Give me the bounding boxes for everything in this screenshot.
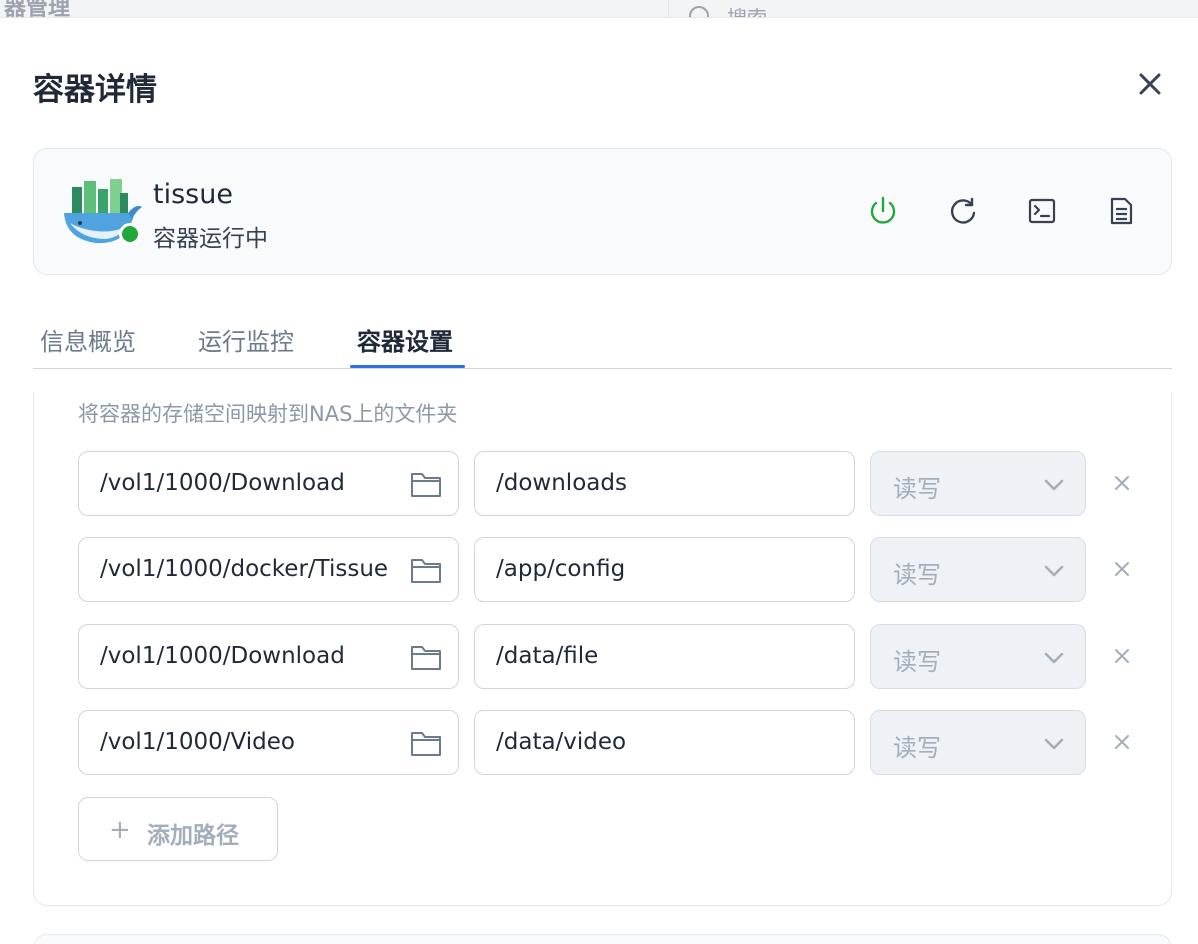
permission-select[interactable]: 读写	[870, 624, 1086, 689]
background-page-header: 器管理 搜索	[0, 0, 1198, 18]
close-icon	[1115, 562, 1129, 576]
restart-icon	[950, 197, 976, 224]
remove-mapping-button[interactable]	[1108, 728, 1136, 756]
chevron-down-icon	[1044, 565, 1064, 577]
permission-value: 读写	[893, 561, 941, 589]
terminal-button[interactable]	[1022, 191, 1062, 231]
modal-title: 容器详情	[33, 72, 157, 108]
restart-button[interactable]	[943, 191, 983, 231]
container-path-value: /data/video	[496, 729, 627, 755]
container-path-field[interactable]: /downloads	[474, 451, 855, 516]
permission-select[interactable]: 读写	[870, 537, 1086, 602]
host-path-value: /vol1/1000/Video	[100, 729, 295, 755]
container-summary-card: tissue 容器运行中	[33, 148, 1172, 275]
volume-mapping-row: /vol1/1000/Download /downloads 读写	[78, 451, 1158, 517]
chevron-down-icon	[1044, 479, 1064, 491]
host-path-value: /vol1/1000/Download	[100, 643, 345, 669]
search-icon	[689, 6, 709, 17]
folder-icon	[411, 473, 441, 497]
container-path-value: /app/config	[496, 556, 626, 582]
host-path-field[interactable]: /vol1/1000/Download	[78, 451, 459, 516]
close-icon	[1115, 649, 1129, 663]
permission-value: 读写	[893, 734, 941, 762]
browse-folder-button[interactable]	[409, 554, 443, 586]
container-path-value: /data/file	[496, 643, 599, 669]
background-search-bar: 搜索	[668, 0, 1188, 18]
permission-select[interactable]: 读写	[870, 710, 1086, 775]
power-button[interactable]	[863, 191, 903, 231]
storage-hint: 将容器的存储空间映射到NAS上的文件夹	[78, 402, 458, 426]
browse-folder-button[interactable]	[409, 727, 443, 759]
storage-settings-panel: 将容器的存储空间映射到NAS上的文件夹 /vol1/1000/Download …	[33, 392, 1172, 906]
permission-value: 读写	[893, 648, 941, 676]
browse-folder-button[interactable]	[409, 468, 443, 500]
running-status-dot	[119, 223, 141, 245]
background-page-title: 器管理	[4, 0, 71, 18]
power-icon	[870, 196, 896, 224]
permission-value: 读写	[893, 475, 941, 503]
container-path-field[interactable]: /data/file	[474, 624, 855, 689]
close-icon	[1115, 476, 1129, 490]
remove-mapping-button[interactable]	[1108, 642, 1136, 670]
terminal-icon	[1028, 198, 1056, 224]
host-path-field[interactable]: /vol1/1000/Download	[78, 624, 459, 689]
next-section-card	[33, 934, 1172, 944]
tab-container-settings[interactable]: 容器设置	[357, 322, 453, 357]
volume-mapping-row: /vol1/1000/Video /data/video 读写	[78, 710, 1158, 776]
host-path-value: /vol1/1000/docker/Tissue	[100, 556, 389, 582]
add-path-label: 添加路径	[147, 823, 239, 849]
remove-mapping-button[interactable]	[1108, 555, 1136, 583]
folder-icon	[411, 732, 441, 756]
container-path-field[interactable]: /data/video	[474, 710, 855, 775]
host-path-field[interactable]: /vol1/1000/Video	[78, 710, 459, 775]
container-name: tissue	[153, 179, 233, 210]
host-path-field[interactable]: /vol1/1000/docker/Tissue	[78, 537, 459, 602]
background-search-placeholder: 搜索	[727, 6, 767, 18]
plus-icon: +	[109, 815, 131, 845]
tab-info-overview[interactable]: 信息概览	[40, 322, 136, 357]
folder-icon	[411, 559, 441, 583]
permission-select[interactable]: 读写	[870, 451, 1086, 516]
volume-mapping-row: /vol1/1000/docker/Tissue /app/config 读写	[78, 537, 1158, 603]
container-path-value: /downloads	[496, 470, 627, 496]
logs-button[interactable]	[1101, 191, 1141, 231]
remove-mapping-button[interactable]	[1108, 469, 1136, 497]
chevron-down-icon	[1044, 652, 1064, 664]
add-path-button[interactable]: + 添加路径	[78, 797, 278, 861]
container-status: 容器运行中	[153, 226, 268, 252]
volume-mapping-row: /vol1/1000/Download /data/file 读写	[78, 624, 1158, 690]
document-icon	[1110, 197, 1133, 225]
browse-folder-button[interactable]	[409, 641, 443, 673]
close-icon	[1115, 735, 1129, 749]
tab-bar: 信息概览 运行监控 容器设置	[33, 318, 1172, 369]
close-icon	[1139, 73, 1161, 95]
container-path-field[interactable]: /app/config	[474, 537, 855, 602]
host-path-value: /vol1/1000/Download	[100, 470, 345, 496]
close-button[interactable]	[1128, 62, 1172, 106]
folder-icon	[411, 646, 441, 670]
active-tab-indicator	[350, 365, 465, 368]
tab-runtime-monitor[interactable]: 运行监控	[198, 322, 294, 357]
chevron-down-icon	[1044, 738, 1064, 750]
